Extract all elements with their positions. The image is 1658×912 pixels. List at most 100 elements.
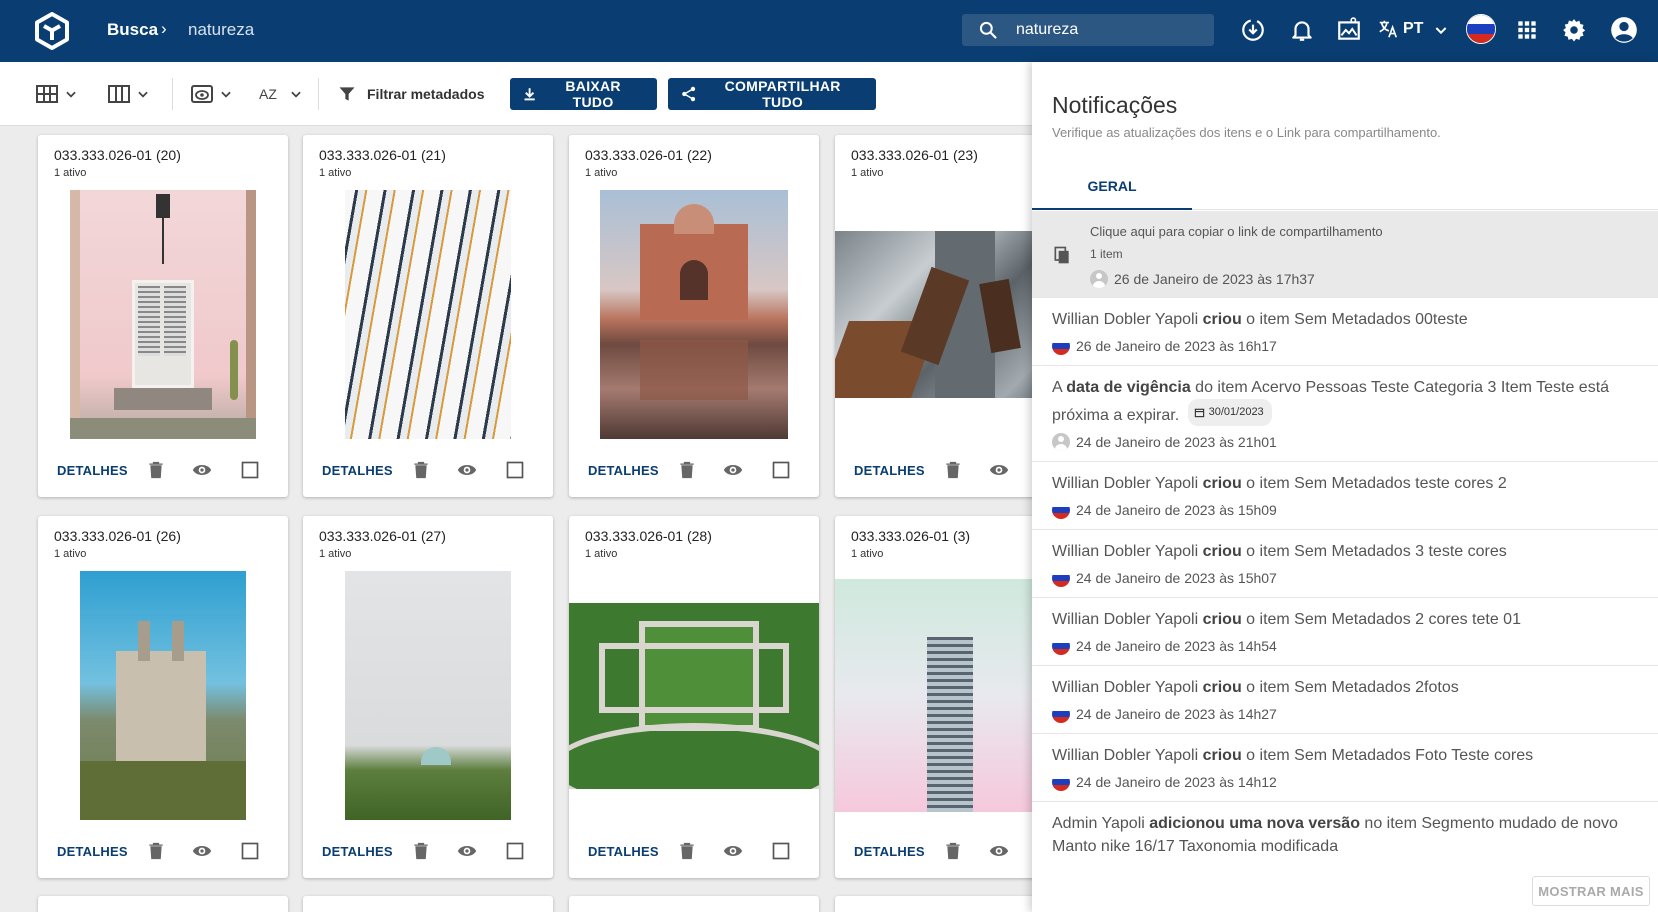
notification-target: o item Sem Metadados Foto Teste cores <box>1241 747 1534 764</box>
notification-action: criou <box>1202 311 1242 328</box>
asset-card[interactable]: 033.333.026-01 (27) 1 ativo DETALHES <box>303 516 553 878</box>
notification-target: o item Sem Metadados 2 cores tete 01 <box>1241 611 1521 628</box>
notification-item[interactable]: Willian Dobler Yapoli criou o item Sem M… <box>1032 666 1658 734</box>
show-more-button[interactable]: MOSTRAR MAIS <box>1532 876 1650 906</box>
notification-actor: A <box>1052 379 1067 396</box>
filter-metadata-button[interactable]: Filtrar metadados <box>337 82 484 106</box>
notification-message: Willian Dobler Yapoli criou o item Sem M… <box>1052 744 1638 767</box>
tab-geral[interactable]: GERAL <box>1032 162 1192 210</box>
card-thumbnail[interactable] <box>80 571 246 820</box>
share-all-button[interactable]: COMPARTILHAR TUDO <box>668 78 876 110</box>
select-checkbox-icon[interactable] <box>771 841 791 861</box>
notification-item[interactable]: Willian Dobler Yapoli criou o item Sem M… <box>1032 298 1658 366</box>
details-link[interactable]: DETALHES <box>854 844 925 859</box>
card-thumbnail[interactable] <box>345 190 511 439</box>
trash-icon[interactable] <box>943 460 963 480</box>
card-asset-count: 1 ativo <box>585 167 618 179</box>
notification-meta: 24 de Janeiro de 2023 às 15h09 <box>1052 499 1638 521</box>
eye-icon[interactable] <box>723 460 743 480</box>
eye-icon[interactable] <box>457 460 477 480</box>
notification-message: Willian Dobler Yapoli criou o item Sem M… <box>1052 472 1638 495</box>
app-logo-icon[interactable] <box>33 12 71 50</box>
trash-icon[interactable] <box>411 841 431 861</box>
details-link[interactable]: DETALHES <box>854 463 925 478</box>
card-thumbnail[interactable] <box>600 190 788 439</box>
notifications-panel: Notificações Verifique as atualizações d… <box>1032 62 1658 912</box>
select-checkbox-icon[interactable] <box>505 460 525 480</box>
notification-item[interactable]: Admin Yapoli adicionou uma nova versão n… <box>1032 802 1658 852</box>
trash-icon[interactable] <box>677 841 697 861</box>
breadcrumb-home[interactable]: Busca <box>107 20 158 40</box>
trash-icon[interactable] <box>411 460 431 480</box>
asset-card[interactable]: 033.333.026-01 (22) 1 ativo DETALHES <box>569 135 819 497</box>
asset-card-partial[interactable] <box>38 896 288 912</box>
notification-item[interactable]: A data de vigência do item Acervo Pessoa… <box>1032 366 1658 462</box>
select-checkbox-icon[interactable] <box>240 460 260 480</box>
asset-card-partial[interactable] <box>303 896 553 912</box>
select-checkbox-icon[interactable] <box>505 841 525 861</box>
preview-toggle[interactable] <box>191 82 233 106</box>
user-flag-avatar[interactable] <box>1466 14 1496 44</box>
notification-meta: 26 de Janeiro de 2023 às 16h17 <box>1052 335 1638 357</box>
trash-icon[interactable] <box>146 841 166 861</box>
details-link[interactable]: DETALHES <box>57 844 128 859</box>
columns-icon <box>108 85 130 103</box>
apps-grid-icon[interactable] <box>1514 17 1540 43</box>
translate-icon[interactable] <box>1377 18 1399 40</box>
image-search-icon[interactable] <box>1336 17 1362 43</box>
eye-icon[interactable] <box>192 460 212 480</box>
notification-item[interactable]: Willian Dobler Yapoli criou o item Sem M… <box>1032 734 1658 802</box>
language-selector[interactable]: PT <box>1403 20 1423 38</box>
share-icon <box>682 86 696 102</box>
columns-toggle[interactable] <box>108 82 150 106</box>
notification-item[interactable]: Willian Dobler Yapoli criou o item Sem M… <box>1032 598 1658 666</box>
trash-icon[interactable] <box>146 460 166 480</box>
trash-icon[interactable] <box>677 460 697 480</box>
asset-card-partial[interactable] <box>569 896 819 912</box>
notification-item[interactable]: Willian Dobler Yapoli criou o item Sem M… <box>1032 530 1658 598</box>
notification-actor: Willian Dobler Yapoli <box>1052 311 1203 328</box>
eye-icon[interactable] <box>723 841 743 861</box>
search-box[interactable] <box>962 14 1214 46</box>
card-actions: DETALHES <box>38 458 288 482</box>
select-checkbox-icon[interactable] <box>240 841 260 861</box>
card-actions: DETALHES <box>303 458 553 482</box>
asset-card[interactable]: 033.333.026-01 (20) 1 ativo DETALHES <box>38 135 288 497</box>
asset-card[interactable]: 033.333.026-01 (26) 1 ativo DETALHES <box>38 516 288 878</box>
eye-icon[interactable] <box>457 841 477 861</box>
gear-icon[interactable] <box>1561 17 1587 43</box>
search-icon[interactable] <box>978 20 998 40</box>
user-flag-avatar <box>1052 773 1070 791</box>
bell-icon[interactable] <box>1289 17 1315 43</box>
copy-share-link-item[interactable]: Clique aqui para copiar o link de compar… <box>1032 211 1658 298</box>
eye-icon[interactable] <box>989 841 1009 861</box>
card-thumbnail[interactable] <box>569 603 819 789</box>
details-link[interactable]: DETALHES <box>57 463 128 478</box>
details-link[interactable]: DETALHES <box>588 844 659 859</box>
card-thumbnail[interactable] <box>70 190 256 439</box>
card-thumbnail[interactable] <box>345 571 511 820</box>
eye-icon[interactable] <box>989 460 1009 480</box>
grid-view-toggle[interactable] <box>36 82 78 106</box>
asset-card[interactable]: 033.333.026-01 (21) 1 ativo DETALHES <box>303 135 553 497</box>
notification-actor: Willian Dobler Yapoli <box>1052 475 1203 492</box>
trash-icon[interactable] <box>943 841 963 861</box>
asset-card[interactable]: 033.333.026-01 (28) 1 ativo DETALHES <box>569 516 819 878</box>
search-input[interactable] <box>1016 18 1206 42</box>
chevron-down-icon <box>66 91 76 98</box>
account-icon[interactable] <box>1610 16 1638 44</box>
notification-item[interactable]: Willian Dobler Yapoli criou o item Sem M… <box>1032 462 1658 530</box>
details-link[interactable]: DETALHES <box>322 844 393 859</box>
calendar-icon <box>1194 408 1204 418</box>
chevron-down-icon[interactable] <box>1433 22 1449 38</box>
details-link[interactable]: DETALHES <box>322 463 393 478</box>
select-checkbox-icon[interactable] <box>771 460 791 480</box>
card-actions: DETALHES <box>569 839 819 863</box>
notification-actor: Willian Dobler Yapoli <box>1052 611 1203 628</box>
download-all-button[interactable]: BAIXAR TUDO <box>510 78 657 110</box>
download-status-icon[interactable] <box>1240 17 1266 43</box>
notification-date: 24 de Janeiro de 2023 às 14h27 <box>1076 706 1277 722</box>
details-link[interactable]: DETALHES <box>588 463 659 478</box>
sort-toggle[interactable]: AZ <box>259 82 303 106</box>
eye-icon[interactable] <box>192 841 212 861</box>
